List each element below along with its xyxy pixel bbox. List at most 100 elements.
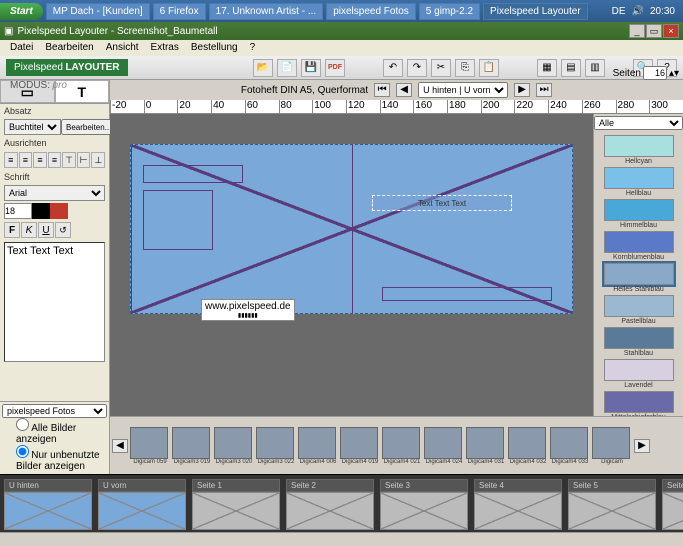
style-select[interactable]: Buchtitel (4, 119, 61, 135)
image-thumb[interactable] (172, 427, 210, 459)
cut-icon[interactable]: ✂ (431, 59, 451, 77)
image-thumb[interactable] (214, 427, 252, 459)
align-left-icon[interactable]: ≡ (4, 152, 18, 168)
image-thumb[interactable] (382, 427, 420, 459)
page-tab[interactable]: Seite 2 (286, 479, 374, 492)
underline-icon[interactable]: U (38, 222, 54, 238)
font-size-input[interactable] (4, 203, 32, 219)
page-thumb[interactable] (98, 492, 186, 530)
align-center-icon[interactable]: ≡ (19, 152, 33, 168)
bold-icon[interactable]: F (4, 222, 20, 238)
paste-icon[interactable]: 📋 (479, 59, 499, 77)
page-select[interactable]: U hinten | U vorn (418, 82, 508, 98)
lang-indicator[interactable]: DE (612, 6, 626, 17)
next-page-icon[interactable]: ▶ (514, 83, 530, 97)
opt-all-images[interactable]: Alle Bilder anzeigen (2, 418, 107, 445)
color-swatch[interactable]: Pastellblau (604, 295, 674, 317)
layout-icon[interactable]: ▤ (561, 59, 581, 77)
redo-icon[interactable]: ↷ (407, 59, 427, 77)
tray-icon[interactable]: 🔊 (632, 6, 644, 17)
menu-extras[interactable]: Extras (145, 40, 185, 56)
placeholder-box[interactable] (382, 287, 552, 301)
page-thumb[interactable] (380, 492, 468, 530)
color-swatch[interactable]: Hellcyan (604, 135, 674, 157)
image-thumb[interactable] (298, 427, 336, 459)
close-button[interactable]: × (663, 24, 679, 38)
taskbar-item[interactable]: pixelspeed Fotos (326, 3, 416, 20)
horizontal-scrollbar[interactable] (0, 532, 683, 544)
copy-icon[interactable]: ⎘ (455, 59, 475, 77)
menu-help[interactable]: ? (244, 40, 262, 56)
minimize-button[interactable]: _ (629, 24, 645, 38)
taskbar-item[interactable]: 17. Unknown Artist - ... (209, 3, 324, 20)
image-thumb[interactable] (256, 427, 294, 459)
edit-style-button[interactable]: Bearbeiten... (61, 119, 116, 135)
page-thumb[interactable] (4, 492, 92, 530)
page-tab[interactable]: Seite 5 (568, 479, 656, 492)
opt-unused-images[interactable]: Nur unbenutzte Bilder anzeigen (2, 445, 107, 472)
last-page-icon[interactable]: ⏭ (536, 83, 552, 97)
taskbar-item[interactable]: 5 gimp-2.2 (419, 3, 480, 20)
page-thumb[interactable] (286, 492, 374, 530)
canvas[interactable]: Text Text Text www.pixelspeed.de▮▮▮▮▮▮ (110, 114, 593, 416)
page-tab[interactable]: Seite 1 (192, 479, 280, 492)
page-tab[interactable]: U vorn (98, 479, 186, 492)
color-swatch[interactable]: Lavendel (604, 359, 674, 381)
palette-filter[interactable]: Alle (594, 116, 683, 130)
menu-bestellung[interactable]: Bestellung (185, 40, 244, 56)
placeholder-box[interactable] (143, 165, 243, 183)
menu-datei[interactable]: Datei (4, 40, 39, 56)
italic-icon[interactable]: K (21, 222, 37, 238)
clear-format-icon[interactable]: ↺ (55, 222, 71, 238)
save-icon[interactable]: 💾 (301, 59, 321, 77)
grid-icon[interactable]: ▦ (537, 59, 557, 77)
open-icon[interactable]: 📂 (253, 59, 273, 77)
start-button[interactable]: Start (0, 3, 43, 20)
font-select[interactable]: Arial (4, 185, 105, 201)
image-thumb[interactable] (466, 427, 504, 459)
prev-page-icon[interactable]: ◀ (396, 83, 412, 97)
page-spread[interactable]: Text Text Text www.pixelspeed.de▮▮▮▮▮▮ (130, 144, 573, 314)
thumb-prev-icon[interactable]: ◀ (112, 439, 128, 453)
image-thumb[interactable] (130, 427, 168, 459)
align-bot-icon[interactable]: ⊥ (91, 152, 105, 168)
image-thumb[interactable] (508, 427, 546, 459)
color-swatch[interactable]: Himmelblau (604, 199, 674, 221)
menu-bearbeiten[interactable]: Bearbeiten (39, 40, 99, 56)
page-thumb[interactable] (474, 492, 562, 530)
view-icon[interactable]: ▥ (585, 59, 605, 77)
taskbar-item-active[interactable]: Pixelspeed Layouter (483, 3, 588, 20)
taskbar-item[interactable]: 6 Firefox (153, 3, 206, 20)
align-mid-icon[interactable]: ⊢ (77, 152, 91, 168)
image-thumb[interactable] (424, 427, 462, 459)
image-thumb[interactable] (592, 427, 630, 459)
page-thumb[interactable] (192, 492, 280, 530)
page-tab[interactable]: Seite 4 (474, 479, 562, 492)
menu-ansicht[interactable]: Ansicht (100, 40, 145, 56)
page-count-input[interactable] (643, 66, 667, 80)
color-swatch[interactable]: Hellblau (604, 167, 674, 189)
maximize-button[interactable]: ▭ (646, 24, 662, 38)
page-thumb[interactable] (568, 492, 656, 530)
page-tab[interactable]: U hinten (4, 479, 92, 492)
page-tab[interactable]: Seite 3 (380, 479, 468, 492)
color-swatch[interactable]: Mittelschieferblau (604, 391, 674, 413)
first-page-icon[interactable]: ⏮ (374, 83, 390, 97)
image-thumb[interactable] (340, 427, 378, 459)
new-icon[interactable]: 📄 (277, 59, 297, 77)
placeholder-box[interactable] (143, 190, 213, 250)
align-right-icon[interactable]: ≡ (33, 152, 47, 168)
image-thumb[interactable] (550, 427, 588, 459)
color-swatch[interactable]: Kornblumenblau (604, 231, 674, 253)
pdf-icon[interactable]: PDF (325, 59, 345, 77)
undo-icon[interactable]: ↶ (383, 59, 403, 77)
folder-select[interactable]: pixelspeed Fotos (2, 404, 107, 418)
align-justify-icon[interactable]: ≡ (48, 152, 62, 168)
thumb-next-icon[interactable]: ▶ (634, 439, 650, 453)
align-top-icon[interactable]: ⊤ (62, 152, 76, 168)
page-tab[interactable]: Seite 6 (662, 479, 683, 492)
text-entry[interactable]: Text Text Text (4, 242, 105, 362)
page-thumb[interactable] (662, 492, 683, 530)
color-swatch[interactable]: Helles Stahlblau (604, 263, 674, 285)
stepper-icon[interactable]: ▴▾ (669, 68, 679, 79)
